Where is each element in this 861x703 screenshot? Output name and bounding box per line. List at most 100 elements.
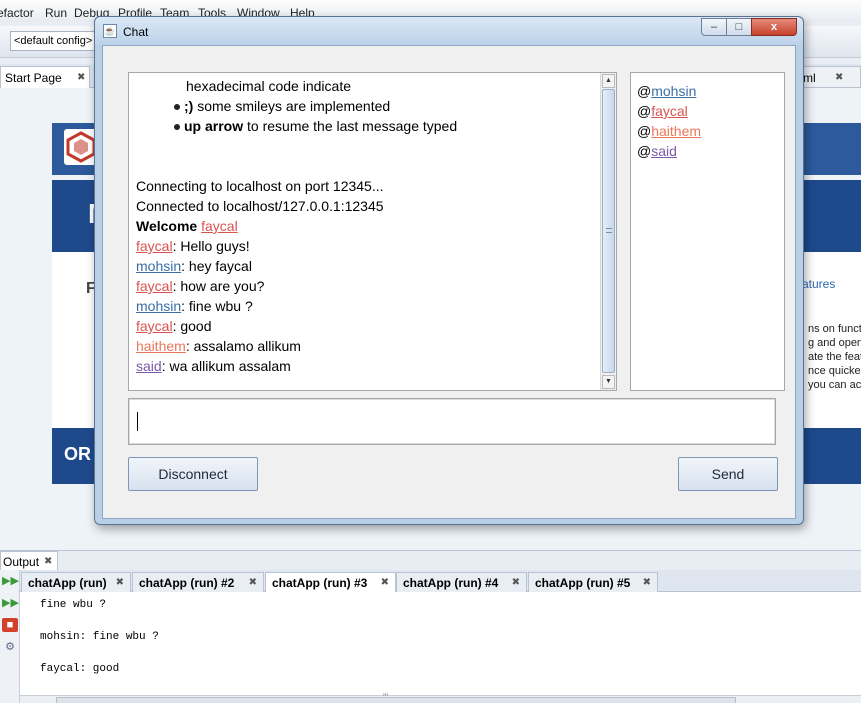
messages-panel[interactable]: hexadecimal code indicate ;) some smiley…	[128, 72, 617, 391]
user-link[interactable]: faycal	[651, 103, 688, 119]
tab-run-1[interactable]: chatApp (run) ✖	[21, 572, 131, 592]
status-line: Connecting to localhost on port 12345...	[136, 178, 384, 194]
chat-message: faycal: Hello guys!	[136, 236, 596, 256]
tab-output[interactable]: Output ✖	[0, 551, 58, 571]
output-side-toolbar: ▶▶ ▶▶ ■ ⚙	[0, 570, 20, 703]
at-sign: @	[637, 83, 652, 99]
tab-run-3[interactable]: chatApp (run) #3 ✖	[265, 572, 396, 593]
close-icon[interactable]: ✖	[643, 577, 651, 588]
tab-run-4[interactable]: chatApp (run) #4 ✖	[396, 572, 527, 592]
tip-key: ;)	[184, 98, 194, 114]
user-list-item[interactable]: @faycal	[637, 101, 701, 121]
start-page-paragraph: ns on functi g and openin ate the featu …	[808, 322, 861, 392]
close-icon[interactable]: ✖	[512, 577, 520, 588]
rerun-with-params-icon[interactable]: ▶▶	[2, 596, 19, 610]
menu-item-run[interactable]: Run	[45, 6, 67, 20]
user-link[interactable]: haithem	[136, 338, 186, 354]
console-line: mohsin: fine wbu ?	[40, 631, 159, 643]
run-tab-bar: chatApp (run) ✖ chatApp (run) #2 ✖ chatApp…	[20, 570, 861, 593]
info-line: hexadecimal code indicate	[186, 78, 351, 94]
message-text: : good	[172, 318, 212, 334]
message-text: : hey faycal	[181, 258, 252, 274]
tab-editor-right-label: ml	[803, 71, 816, 85]
user-link[interactable]: said	[136, 358, 162, 374]
output-panel-header: Output ✖	[0, 550, 861, 571]
tab-run-label: chatApp (run)	[28, 576, 107, 590]
tab-run-5[interactable]: chatApp (run) #5 ✖	[528, 572, 658, 592]
console-horizontal-scrollbar[interactable]: '''	[20, 692, 861, 703]
message-input[interactable]	[128, 398, 776, 445]
user-link[interactable]: mohsin	[136, 298, 181, 314]
scrollbar-thumb[interactable]: '''	[56, 692, 736, 703]
minimize-button[interactable]: –	[701, 18, 727, 36]
output-console[interactable]: fine wbu ? mohsin: fine wbu ? faycal: go…	[20, 592, 861, 695]
message-text: : how are you?	[172, 278, 265, 294]
console-line: fine wbu ?	[40, 599, 107, 611]
close-icon[interactable]: ✖	[835, 72, 843, 83]
user-link[interactable]: faycal	[136, 278, 173, 294]
user-list-item[interactable]: @said	[637, 141, 701, 161]
tip-text: some smileys are implemented	[193, 98, 391, 114]
close-icon[interactable]: ✖	[44, 556, 52, 567]
at-sign: @	[637, 123, 652, 139]
user-link[interactable]: faycal	[201, 218, 238, 234]
tab-run-2[interactable]: chatApp (run) #2 ✖	[132, 572, 264, 592]
user-list-item[interactable]: @haithem	[637, 121, 701, 141]
paragraph-line: g and openin	[808, 337, 861, 349]
user-link[interactable]: mohsin	[651, 83, 696, 99]
welcome-label: Welcome	[136, 218, 198, 234]
tip-key: up arrow	[184, 118, 244, 134]
tab-run-label: chatApp (run) #3	[272, 576, 368, 590]
at-sign: @	[637, 103, 652, 119]
disconnect-button[interactable]: Disconnect	[128, 457, 258, 491]
user-list-panel: @mohsin @faycal @haithem @said	[630, 72, 785, 391]
user-list: @mohsin @faycal @haithem @said	[637, 81, 701, 161]
tab-start-page[interactable]: Start Page ✖	[0, 66, 90, 88]
output-tab-label: Output	[3, 555, 40, 569]
chat-message: faycal: how are you?	[136, 276, 596, 296]
features-link[interactable]: atures	[802, 277, 835, 291]
scroll-down-icon[interactable]: ▼	[602, 375, 615, 389]
user-list-item[interactable]: @mohsin	[637, 81, 701, 101]
paragraph-line: ns on functi	[808, 323, 861, 335]
user-link[interactable]: mohsin	[136, 258, 181, 274]
maximize-button[interactable]: □	[726, 18, 752, 36]
chat-message: faycal: good	[136, 316, 596, 336]
paragraph-line: nce quicker a	[808, 365, 861, 377]
tip-item: ;) some smileys are implemented	[136, 96, 596, 116]
chat-window: ☕ Chat – □ x hexadecimal code indicate ;…	[94, 16, 804, 525]
messages-scrollbar[interactable]: ▲ ▼	[600, 73, 616, 390]
tip-text: to resume the last message typed	[243, 118, 458, 134]
scroll-up-icon[interactable]: ▲	[602, 74, 615, 88]
java-cup-icon: ☕	[103, 24, 117, 38]
tab-run-label: chatApp (run) #2	[139, 576, 235, 590]
window-title: Chat	[123, 25, 149, 39]
close-button[interactable]: x	[751, 18, 797, 36]
netbeans-logo-icon	[64, 129, 98, 165]
chat-titlebar[interactable]: ☕ Chat – □ x	[95, 17, 803, 45]
user-link[interactable]: haithem	[651, 123, 701, 139]
close-icon[interactable]: ✖	[249, 577, 257, 588]
at-sign: @	[637, 143, 652, 159]
grip-icon	[606, 228, 612, 233]
user-link[interactable]: faycal	[136, 318, 173, 334]
paragraph-line: ate the featu	[808, 351, 861, 363]
menu-item-refactor[interactable]: efactor	[0, 6, 34, 20]
scrollbar-thumb[interactable]	[602, 89, 615, 373]
console-line: faycal: good	[40, 663, 120, 675]
user-link[interactable]: faycal	[136, 238, 173, 254]
settings-icon[interactable]: ⚙	[2, 640, 18, 654]
send-button[interactable]: Send	[678, 457, 778, 491]
chat-content: hexadecimal code indicate ;) some smiley…	[102, 45, 796, 519]
config-select[interactable]: <default config>	[10, 31, 96, 51]
tip-item: up arrow to resume the last message type…	[136, 116, 596, 136]
rerun-icon[interactable]: ▶▶	[2, 574, 19, 588]
close-icon[interactable]: ✖	[77, 72, 85, 83]
close-icon[interactable]: ✖	[381, 577, 389, 588]
close-icon[interactable]: ✖	[116, 577, 124, 588]
message-text: : Hello guys!	[172, 238, 250, 254]
user-link[interactable]: said	[651, 143, 677, 159]
stop-icon[interactable]: ■	[2, 618, 18, 632]
message-text: : wa allikum assalam	[161, 358, 291, 374]
message-text: : fine wbu ?	[181, 298, 253, 314]
